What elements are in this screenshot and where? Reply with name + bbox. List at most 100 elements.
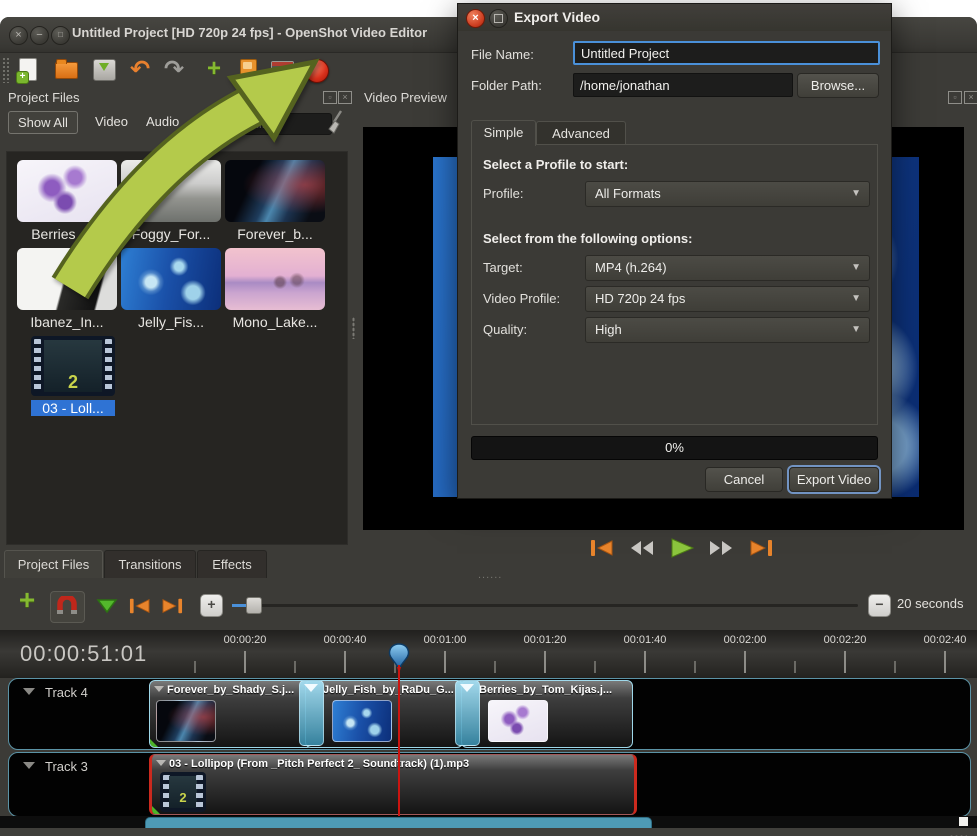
export-progress-bar: 0% [471, 436, 878, 460]
timeline-scrollbar[interactable] [0, 816, 977, 828]
panel-splitter-handle[interactable] [352, 317, 355, 339]
add-marker-button[interactable] [96, 598, 118, 614]
ruler-label: 00:00:40 [315, 634, 375, 646]
save-icon [93, 59, 116, 81]
folder-path-input[interactable] [573, 73, 793, 97]
zoom-slider-handle[interactable] [246, 597, 262, 614]
cancel-button[interactable]: Cancel [705, 467, 783, 492]
dialog-close-icon[interactable]: × [466, 9, 485, 28]
video-preview-title: Video Preview [364, 90, 447, 105]
zoom-in-button[interactable]: + [200, 594, 223, 617]
tab-simple[interactable]: Simple [471, 120, 536, 146]
panel-close-icon[interactable]: × [964, 91, 977, 104]
file-thumbnail-ibanez[interactable] [17, 248, 117, 310]
export-video-confirm-button[interactable]: Export Video [789, 467, 879, 492]
zoom-slider-track[interactable] [232, 604, 858, 607]
filter-input[interactable] [243, 113, 332, 135]
ruler-label: 00:01:00 [415, 634, 475, 646]
filter-show-all-button[interactable]: Show All [8, 111, 78, 134]
clip-menu-chevron-icon[interactable] [156, 760, 166, 766]
file-thumbnail-jellyfish[interactable] [121, 248, 221, 310]
open-project-button[interactable] [52, 56, 80, 84]
clip-berries[interactable]: Berries_by_Tom_Kijas.j... [461, 680, 633, 748]
open-folder-icon [55, 62, 78, 79]
profile-select[interactable]: All Formats ▼ [585, 181, 870, 207]
rewind-button[interactable] [628, 537, 655, 559]
track-menu-chevron-icon[interactable] [23, 688, 35, 695]
dialog-restore-icon[interactable] [489, 9, 508, 28]
jump-start-button[interactable] [588, 537, 615, 559]
previous-marker-button[interactable] [126, 596, 153, 616]
browse-button[interactable]: Browse... [797, 73, 879, 98]
clip-effect-indicator [150, 739, 158, 747]
project-files-panel: Project Files ▫ × Show All Video Audio I… [0, 87, 352, 550]
file-thumbnail-forever[interactable] [225, 160, 325, 222]
transition-2[interactable] [455, 680, 480, 746]
file-thumbnail-berries[interactable] [17, 160, 117, 222]
record-icon [305, 59, 329, 83]
window-minimize-icon[interactable]: − [30, 26, 49, 45]
file-name-label: File Name: [471, 47, 534, 62]
video-profile-select[interactable]: HD 720p 24 fps ▼ [585, 286, 870, 312]
clip-thumbnail [156, 700, 216, 742]
toolbar-drag-handle[interactable] [2, 57, 9, 83]
file-thumbnail-foggy-forest[interactable] [121, 160, 221, 222]
new-project-icon: + [19, 58, 37, 81]
redo-icon: ↷ [164, 55, 184, 83]
target-select[interactable]: MP4 (h.264) ▼ [585, 255, 870, 281]
clip-title: Forever_by_Shady_S.j... [167, 684, 310, 696]
video-profile-label: Video Profile: [483, 291, 560, 306]
panel-close-icon[interactable]: × [338, 91, 352, 104]
zoom-out-button[interactable]: − [868, 594, 891, 617]
save-project-button[interactable] [90, 56, 118, 84]
window-close-icon[interactable]: × [9, 26, 28, 45]
window-maximize-icon[interactable]: □ [51, 26, 70, 45]
clip-lollipop-audio[interactable]: 03 - Lollipop (From _Pitch Perfect 2_ So… [149, 754, 637, 815]
quality-select[interactable]: High ▼ [585, 317, 870, 343]
redo-button[interactable]: ↷ [164, 56, 192, 84]
file-label-selected[interactable]: 03 - Loll... [31, 400, 115, 416]
ruler-label: 00:01:40 [615, 634, 675, 646]
file-thumbnail-mono-lake[interactable] [225, 248, 325, 310]
quality-value: High [595, 322, 622, 337]
fullscreen-button[interactable] [268, 56, 296, 84]
tab-advanced[interactable]: Advanced [536, 121, 626, 146]
play-button[interactable] [668, 537, 695, 559]
panel-float-icon[interactable]: ▫ [323, 91, 337, 104]
fast-forward-button[interactable] [708, 537, 735, 559]
target-value: MP4 (h.264) [595, 260, 667, 275]
clip-jelly-fish[interactable]: Jelly_Fish_by_RaDu_G... [305, 680, 463, 748]
snapping-toggle-button[interactable] [50, 591, 85, 623]
transition-1[interactable] [299, 680, 324, 746]
clear-filter-broom-icon[interactable] [326, 109, 346, 135]
add-media-button[interactable]: + [200, 56, 228, 84]
clip-forever[interactable]: Forever_by_Shady_S.j... [149, 680, 313, 748]
file-label: Forever_b... [225, 226, 325, 242]
tab-transitions[interactable]: Transitions [104, 550, 196, 578]
clip-menu-chevron-icon[interactable] [154, 686, 164, 692]
next-marker-button[interactable] [159, 596, 186, 616]
simple-tab-content: Select a Profile to start: Profile: All … [471, 144, 878, 425]
filter-video-button[interactable]: Video [86, 111, 137, 132]
ruler-label: 00:02:20 [815, 634, 875, 646]
file-thumbnail-lollipop[interactable]: 2 [31, 336, 115, 396]
track-menu-chevron-icon[interactable] [23, 762, 35, 769]
choose-profile-button[interactable] [234, 56, 262, 84]
filter-audio-button[interactable]: Audio [137, 111, 188, 132]
file-name-input[interactable] [573, 41, 880, 65]
new-project-button[interactable]: + [14, 56, 42, 84]
export-video-button[interactable] [302, 56, 330, 84]
filter-image-button[interactable]: Image [190, 111, 244, 132]
file-label: Berries_b... [17, 226, 117, 242]
timeline-ruler[interactable]: 00:00:51:01 00:00:20 00:00:40 00:01:00 0… [0, 630, 977, 678]
tab-project-files[interactable]: Project Files [4, 550, 103, 578]
zoom-scale-label: 20 seconds [897, 596, 964, 611]
clip-thumbnail: 2 [160, 772, 206, 812]
playhead-line[interactable] [398, 665, 400, 816]
timeline-toolbar: + + − 20 seconds [0, 580, 977, 630]
jump-end-button[interactable] [748, 537, 775, 559]
add-track-button[interactable]: + [14, 587, 40, 613]
panel-float-icon[interactable]: ▫ [948, 91, 962, 104]
tab-effects[interactable]: Effects [197, 550, 267, 578]
undo-button[interactable]: ↶ [130, 56, 158, 84]
